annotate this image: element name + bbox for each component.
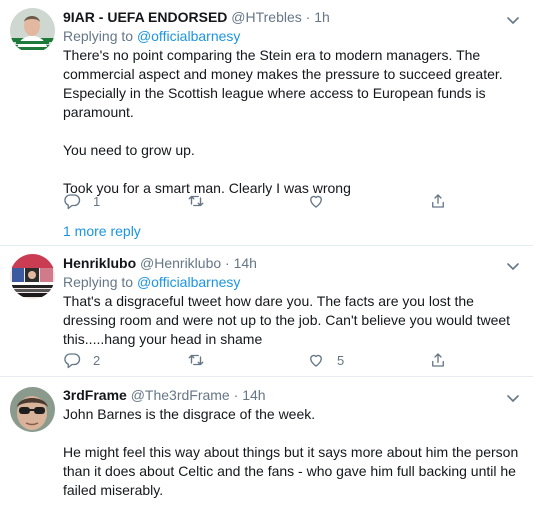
replying-to: Replying to @officialbarnesy [63,273,519,292]
chevron-down-icon[interactable] [503,256,523,276]
display-name[interactable]: Henriklubo [63,255,136,271]
avatar[interactable] [10,8,55,53]
like-button[interactable]: 5 [307,350,344,370]
retweet-icon [188,195,204,207]
timestamp[interactable]: 14h [234,255,257,271]
separator: · [305,9,311,25]
tweet-header: Henriklubo @Henriklubo · 14h [63,254,519,273]
separator: · [233,387,239,403]
tweet-paragraph: John Barnes is the disgrace of the week. [63,406,316,422]
handle[interactable]: @Henriklubo [140,255,221,271]
tweet-text: That's a disgraceful tweet how dare you.… [63,292,519,349]
share-button[interactable] [429,191,447,211]
like-count: 5 [337,352,345,368]
tweet-header: 9IAR - UEFA ENDORSED @HTrebles · 1h [63,8,519,27]
replying-to: Replying to @officialbarnesy [63,27,519,46]
heart-icon [310,195,322,208]
timestamp[interactable]: 1h [314,9,330,25]
avatar[interactable] [10,387,55,432]
tweet-actions: 1 [63,191,483,211]
tweet-header: 3rdFrame @The3rdFrame · 14h [63,386,519,405]
replying-to-link[interactable]: @officialbarnesy [137,28,240,44]
share-button[interactable] [429,350,447,370]
collage-avatar-icon [10,254,55,299]
reply-button[interactable]: 2 [63,350,100,370]
tweet-htrebles[interactable]: 9IAR - UEFA ENDORSED @HTrebles · 1h Repl… [0,0,533,244]
reply-icon [64,353,81,369]
replying-to-label: Replying to [63,28,137,44]
reply-count: 1 [93,193,101,209]
tweet-paragraph: That's a disgraceful tweet how dare you.… [63,293,511,347]
chevron-down-icon[interactable] [503,388,523,408]
tweet-henriklubo[interactable]: Henriklubo @Henriklubo · 14h Replying to… [0,246,533,374]
retweet-button[interactable] [187,350,217,370]
replying-to-label: Replying to [63,274,137,290]
tweet-paragraph: You need to grow up. [63,142,195,158]
display-name[interactable]: 9IAR - UEFA ENDORSED [63,9,227,25]
like-button[interactable] [307,191,337,211]
retweet-icon [188,354,204,366]
display-name[interactable]: 3rdFrame [63,387,127,403]
tweet-text: John Barnes is the disgrace of the week.… [63,405,519,500]
separator: · [225,255,230,271]
heart-icon [310,354,322,367]
replying-to-link[interactable]: @officialbarnesy [137,274,240,290]
tweet-the3rdframe[interactable]: 3rdFrame @The3rdFrame · 14h John Barnes … [0,377,533,525]
tweet-text: There's no point comparing the Stein era… [63,46,519,198]
handle[interactable]: @HTrebles [231,9,302,25]
share-icon [432,353,444,367]
reply-icon [64,194,81,210]
reply-button[interactable]: 1 [63,191,100,211]
reply-count: 2 [93,352,101,368]
tweet-paragraph: There's no point comparing the Stein era… [63,47,503,120]
chevron-down-icon[interactable] [503,10,523,30]
sunglasses-avatar-icon [10,387,55,432]
tweet-actions: 2 5 [63,350,483,370]
more-replies-link[interactable]: 1 more reply [63,222,141,241]
retweet-button[interactable] [187,191,217,211]
share-icon [432,194,444,208]
tweet-paragraph: He might feel this way about things but … [63,444,519,498]
handle[interactable]: @The3rdFrame [131,387,230,403]
celtic-hoops-avatar-icon [10,8,55,53]
avatar[interactable] [10,254,55,299]
timestamp[interactable]: 14h [242,387,265,403]
